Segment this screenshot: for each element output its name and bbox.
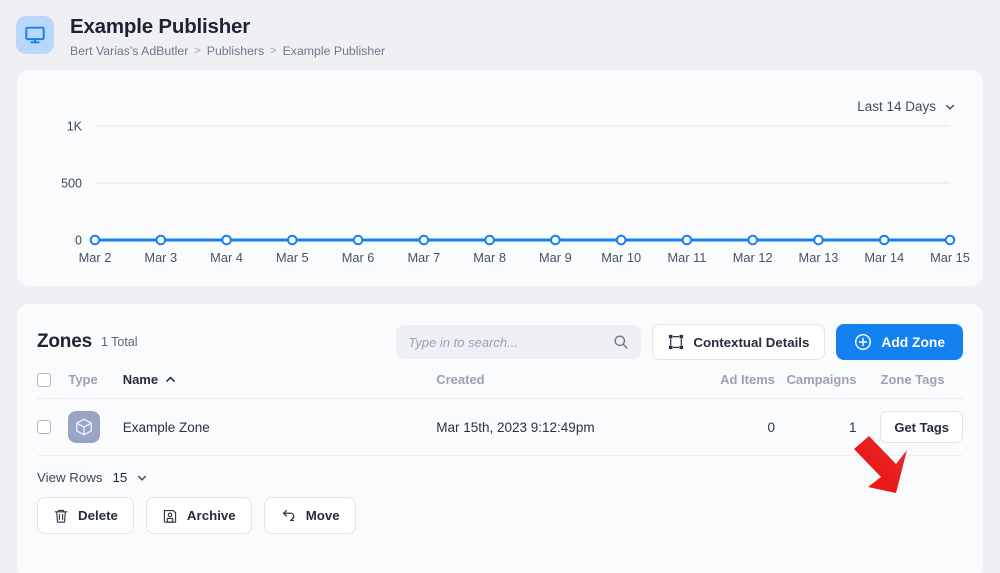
svg-text:Mar 8: Mar 8 — [473, 250, 506, 265]
zones-actions: Contextual Details Add Zone — [396, 324, 963, 360]
table-header-row: Type Name Created Ad Items Campaigns Zon… — [37, 360, 963, 399]
search-box[interactable] — [396, 325, 642, 359]
date-range-selector[interactable]: Last 14 Days — [857, 99, 955, 114]
row-created-date: Mar 15th, 2023 9:12:49pm — [436, 398, 698, 456]
breadcrumb-item-publishers[interactable]: Publishers — [207, 44, 264, 59]
view-rows-label: View Rows — [37, 470, 103, 485]
svg-text:Mar 4: Mar 4 — [210, 250, 243, 265]
breadcrumb-separator: > — [194, 45, 201, 57]
svg-text:Mar 9: Mar 9 — [539, 250, 572, 265]
move-button[interactable]: Move — [263, 497, 356, 534]
column-header-name[interactable]: Name — [122, 360, 437, 399]
trash-icon — [54, 509, 68, 523]
svg-text:Mar 3: Mar 3 — [144, 250, 177, 265]
row-checkbox[interactable] — [37, 420, 51, 434]
zones-toolbar: Zones 1 Total Contextual Details — [17, 304, 983, 360]
svg-text:Mar 6: Mar 6 — [342, 250, 375, 265]
chevron-down-icon — [945, 104, 955, 110]
delete-label: Delete — [78, 508, 118, 523]
row-ad-items-count: 0 — [697, 398, 780, 456]
column-header-created[interactable]: Created — [436, 360, 698, 399]
svg-text:Mar 7: Mar 7 — [407, 250, 440, 265]
view-rows-value: 15 — [112, 470, 128, 485]
page-title: Example Publisher — [70, 15, 251, 38]
row-campaigns-count: 1 — [779, 398, 861, 456]
contextual-details-button[interactable]: Contextual Details — [652, 324, 826, 360]
breadcrumb: Bert Varias's AdButler > Publishers > Ex… — [70, 44, 385, 59]
svg-text:Mar 10: Mar 10 — [601, 250, 641, 265]
svg-text:Mar 5: Mar 5 — [276, 250, 309, 265]
cube-icon — [68, 411, 101, 443]
row-zone-name[interactable]: Example Zone — [122, 398, 437, 456]
column-header-campaigns[interactable]: Campaigns — [779, 360, 861, 399]
analytics-chart: 0 500 1K Mar 2 Mar 3 Mar 4 Mar 5 Mar 6 Mar 7 Mar … — [17, 118, 983, 278]
svg-text:Mar 14: Mar 14 — [864, 250, 904, 265]
date-range-label: Last 14 Days — [857, 99, 936, 114]
svg-text:500: 500 — [61, 177, 82, 191]
table-row[interactable]: Example Zone Mar 15th, 2023 9:12:49pm 0 … — [37, 398, 963, 456]
select-all-checkbox[interactable] — [37, 372, 51, 387]
monitor-icon — [16, 16, 54, 54]
contextual-details-label: Contextual Details — [693, 334, 810, 350]
svg-text:Mar 2: Mar 2 — [79, 250, 112, 265]
save-disk-icon — [163, 509, 177, 523]
plus-circle-icon — [855, 334, 872, 350]
svg-text:0: 0 — [75, 234, 82, 248]
column-header-zone-tags: Zone Tags — [860, 360, 963, 399]
column-header-name-label: Name — [122, 372, 159, 387]
header-text-block: Example Publisher Bert Varias's AdButler… — [70, 14, 385, 59]
column-header-type[interactable]: Type — [68, 360, 123, 399]
add-zone-label: Add Zone — [881, 334, 945, 350]
svg-text:Mar 13: Mar 13 — [799, 250, 839, 265]
frame-select-icon — [669, 334, 684, 350]
breadcrumb-item-current: Example Publisher — [282, 44, 386, 58]
svg-text:Mar 12: Mar 12 — [733, 250, 773, 265]
zones-card: Zones 1 Total Contextual Details — [17, 304, 983, 573]
select-all-header — [37, 360, 69, 399]
breadcrumb-item-account[interactable]: Bert Varias's AdButler — [70, 44, 188, 59]
search-icon[interactable] — [613, 334, 629, 350]
chart-card: Last 14 Days 0 500 1K Mar 2 Mar 3 Mar 4 Mar 5 M… — [17, 70, 983, 286]
page-header: Example Publisher Bert Varias's AdButler… — [0, 0, 1000, 70]
chart-plot: 0 500 1K Mar 2 Mar 3 Mar 4 Mar 5 Mar 6 Mar 7 Mar … — [61, 120, 970, 266]
search-input[interactable] — [408, 334, 614, 350]
svg-text:Mar 15: Mar 15 — [930, 250, 970, 265]
get-tags-button[interactable]: Get Tags — [880, 411, 963, 443]
zones-table: Type Name Created Ad Items Campaigns Zon… — [37, 360, 963, 456]
view-rows-selector[interactable]: View Rows 15 — [17, 456, 983, 485]
delete-button[interactable]: Delete — [37, 497, 134, 534]
column-header-ad-items[interactable]: Ad Items — [697, 360, 780, 399]
archive-label: Archive — [186, 508, 236, 523]
chevron-down-icon — [138, 475, 147, 481]
row-zone-tags-cell: Get Tags — [860, 398, 963, 456]
archive-button[interactable]: Archive — [145, 497, 252, 534]
row-type-cell — [68, 398, 123, 456]
row-select-cell — [37, 398, 69, 456]
bulk-action-buttons: Delete Archive Move — [17, 485, 983, 534]
svg-text:Mar 11: Mar 11 — [667, 250, 706, 265]
breadcrumb-separator: > — [270, 45, 277, 57]
zones-total-count: 1 Total — [100, 335, 138, 349]
zones-title: Zones — [37, 331, 92, 352]
add-zone-button[interactable]: Add Zone — [836, 324, 963, 360]
chevron-up-icon — [166, 376, 176, 382]
move-arrows-icon — [282, 509, 294, 522]
move-label: Move — [305, 508, 340, 523]
svg-text:1K: 1K — [67, 120, 83, 134]
